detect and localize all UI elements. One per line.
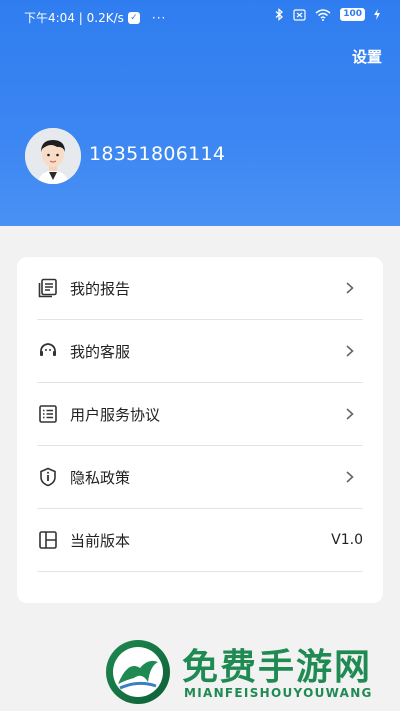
- status-bar: 下午4:04 | 0.2K/s ✓ ··· 100: [0, 0, 400, 34]
- menu-item-privacy-policy[interactable]: 隐私政策: [37, 446, 363, 509]
- version-icon: [37, 529, 59, 551]
- menu-item-customer-service[interactable]: 我的客服: [37, 320, 363, 383]
- privacy-shield-icon: [37, 466, 59, 488]
- phone-number: 18351806114: [89, 143, 226, 165]
- watermark-title: 免费手游网: [182, 647, 373, 688]
- charging-icon: [374, 9, 380, 20]
- agreement-icon: [37, 403, 59, 425]
- version-value: V1.0: [331, 532, 363, 548]
- chevron-right-icon: [346, 471, 354, 483]
- settings-button[interactable]: 设置: [352, 46, 382, 67]
- menu-item-current-version[interactable]: 当前版本 V1.0: [37, 509, 363, 572]
- no-sim-icon: [293, 8, 306, 21]
- menu-item-label: 我的客服: [70, 342, 131, 361]
- customer-service-icon: [37, 340, 59, 362]
- status-left: 下午4:04 | 0.2K/s ✓ ···: [24, 9, 166, 26]
- menu-item-label: 用户服务协议: [70, 405, 161, 424]
- chevron-right-icon: [346, 282, 354, 294]
- shield-icon: ✓: [127, 11, 140, 24]
- battery-icon: 100: [340, 8, 365, 21]
- watermark-subtitle: MIANFEISHOUYOUWANG: [184, 686, 373, 700]
- menu-item-label: 隐私政策: [70, 468, 131, 487]
- more-dots: ···: [151, 10, 167, 25]
- menu-item-label: 我的报告: [70, 279, 131, 298]
- menu-item-label: 当前版本: [70, 531, 131, 550]
- report-icon: [37, 277, 59, 299]
- menu-item-user-agreement[interactable]: 用户服务协议: [37, 383, 363, 446]
- watermark: 免费手游网 MIANFEISHOUYOUWANG: [104, 636, 394, 706]
- chevron-right-icon: [346, 408, 354, 420]
- chevron-right-icon: [346, 345, 354, 357]
- wifi-icon: [315, 8, 331, 21]
- menu-card: 我的报告 我的客服 用户服务协议 隐私政策 当前版本 V1.0: [17, 257, 383, 603]
- status-right: 100: [275, 8, 380, 21]
- status-time: 下午4:04 | 0.2K/s: [24, 11, 124, 25]
- menu-item-report[interactable]: 我的报告: [37, 257, 363, 320]
- bluetooth-icon: [275, 8, 284, 21]
- site-logo-icon: [106, 640, 170, 704]
- avatar[interactable]: [25, 128, 81, 184]
- user-avatar-icon: [25, 128, 81, 184]
